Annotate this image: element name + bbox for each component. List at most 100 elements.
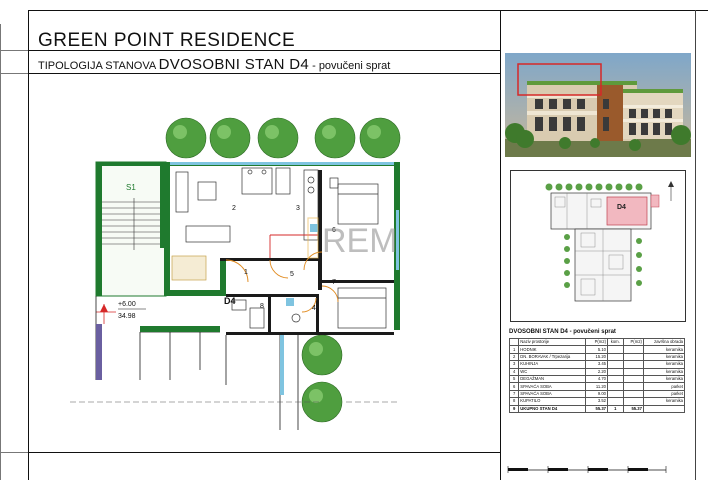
subtitle-unit: DVOSOBNI STAN D4 xyxy=(158,56,310,73)
building-render-image xyxy=(505,53,691,157)
total-kom-cell: 1 xyxy=(607,404,624,413)
room-sum-cell xyxy=(622,382,644,391)
frame-left-tick-3 xyxy=(0,452,28,453)
room-kom-cell xyxy=(607,367,624,376)
floor-plan: S1 1 2 3 4 5 6 7 8 D4 REM +6.00 34.98 xyxy=(60,110,500,440)
room-sum-cell xyxy=(622,345,644,354)
storage-box xyxy=(171,255,207,281)
room-no-cell: 8 xyxy=(508,397,520,406)
room-schedule-title: DVOSOBNI STAN D4 - povučeni sprat xyxy=(509,329,616,335)
total-name-cell: UKUPNO STAN D4 xyxy=(518,404,587,413)
frame-header-divider xyxy=(28,73,500,74)
red-markers xyxy=(269,234,318,258)
room-number-4: 4 xyxy=(312,305,316,312)
building-render-svg xyxy=(505,53,691,157)
header-cell: kom. xyxy=(607,337,624,347)
total-sum-cell: 55.37 xyxy=(622,404,644,413)
room-number-2: 2 xyxy=(232,205,236,212)
room-finish-cell: parket xyxy=(642,389,686,399)
frame-left-tick xyxy=(0,50,28,51)
scale-bar-svg xyxy=(507,466,667,473)
furniture-bedroom-7 xyxy=(337,287,387,329)
unit-subtitle: TIPOLOGIJA STANOVA DVOSOBNI STAN D4 - po… xyxy=(38,56,390,73)
plan-trees-bottom xyxy=(301,334,343,423)
table-row: 6 SPAVAĆA SOBA 11.20 parket xyxy=(508,382,686,391)
room-area-cell: 9.00 xyxy=(585,389,608,399)
room-sum-cell xyxy=(622,352,644,362)
frame-bottom-divider xyxy=(28,452,500,453)
table-row: 3 KUHINJA 3.45 keramika xyxy=(508,360,686,369)
room-finish-cell: parket xyxy=(642,382,686,391)
total-area-cell: 55.37 xyxy=(585,404,608,413)
header-cell: Naziv prostorije xyxy=(518,337,587,347)
room-name-cell: KUHINJA xyxy=(518,360,587,369)
room-number-7: 7 xyxy=(332,279,336,286)
room-name-cell: DN. BORAVAK / Trpezarija xyxy=(518,352,587,362)
keyplan-unit-label: D4 xyxy=(617,204,626,211)
room-finish-cell: keramika xyxy=(642,367,686,376)
scale-bar xyxy=(506,462,676,473)
room-sum-cell xyxy=(622,360,644,369)
room-area-cell: 4.70 xyxy=(585,374,608,384)
frame-left-inner xyxy=(28,10,29,480)
watermark-text: REM xyxy=(322,222,398,260)
room-schedule-table: Naziv prostorije P(m2) kom. P(m2) završn… xyxy=(508,337,686,413)
room-name-cell: DEGAŽMAN xyxy=(518,374,587,384)
key-plan-svg: D4 xyxy=(545,181,674,302)
room-number-3: 3 xyxy=(296,205,300,212)
room-name-cell: SPAVAĆA SOBA xyxy=(518,389,587,399)
terrace-glass xyxy=(280,335,284,395)
shaft-marker xyxy=(286,298,294,306)
room-finish-cell: keramika xyxy=(642,345,686,354)
room-area-cell: 5.10 xyxy=(585,345,608,354)
room-kom-cell xyxy=(607,360,624,369)
total-finish-cell xyxy=(642,404,686,413)
header-cell: P(m2) xyxy=(622,337,644,347)
project-title: GREEN POINT RESIDENCE xyxy=(38,30,296,51)
header-cell: P(m2) xyxy=(585,337,608,347)
room-area-cell: 11.20 xyxy=(585,382,608,391)
frame-right-col xyxy=(500,10,501,480)
room-area-cell: 3.52 xyxy=(585,397,608,406)
frame-left-tick-2 xyxy=(0,73,28,74)
keyplan-trees-top xyxy=(545,183,643,191)
room-no-cell: 6 xyxy=(508,382,520,391)
subtitle-prefix: TIPOLOGIJA STANOVA xyxy=(38,60,156,72)
keyplan-highlight-unit xyxy=(606,196,648,226)
level-top-value: +6.00 xyxy=(118,301,136,308)
frame-left-outer xyxy=(0,24,1,480)
floor-plan-svg: S1 1 2 3 4 5 6 7 8 D4 REM +6.00 34.98 xyxy=(70,117,401,430)
room-kom-cell xyxy=(607,374,624,384)
room-area-cell: 3.45 xyxy=(585,360,608,369)
room-name-cell: KUPATILO xyxy=(518,397,587,406)
rem-watermark: REM xyxy=(307,217,398,260)
table-row: 5 DEGAŽMAN 4.70 keramika xyxy=(508,374,686,384)
room-name-cell: HODNIK xyxy=(518,345,587,354)
room-sum-cell xyxy=(622,389,644,399)
room-number-5: 5 xyxy=(290,271,294,278)
table-row: 7 SPAVAĆA SOBA 9.00 parket xyxy=(508,389,686,399)
room-sum-cell xyxy=(622,397,644,406)
table-row: 2 DN. BORAVAK / Trpezarija 15.20 keramika xyxy=(508,352,686,362)
stair-label: S1 xyxy=(126,183,136,192)
room-kom-cell xyxy=(607,345,624,354)
room-area-cell: 2.20 xyxy=(585,367,608,376)
room-kom-cell xyxy=(607,397,624,406)
plan-trees-top xyxy=(165,117,401,159)
shaft-marker xyxy=(310,224,318,232)
room-number-1: 1 xyxy=(244,269,248,276)
stair-core: S1 xyxy=(95,161,167,297)
frame-far-right xyxy=(695,10,696,480)
header-cell xyxy=(508,337,520,347)
total-no-cell: 9 xyxy=(508,404,520,413)
frame-top xyxy=(28,10,708,11)
glass-facade-top xyxy=(170,162,394,165)
table-total-row: 9 UKUPNO STAN D4 55.37 1 55.37 xyxy=(508,404,686,413)
room-sum-cell xyxy=(622,367,644,376)
room-schedule: DVOSOBNI STAN D4 - povučeni sprat Naziv … xyxy=(508,329,686,413)
room-name-cell: WC xyxy=(518,367,587,376)
room-finish-cell: keramika xyxy=(642,374,686,384)
room-name-cell: SPAVAĆA SOBA xyxy=(518,382,587,391)
furniture-bedroom-6 xyxy=(329,177,379,225)
level-marker: +6.00 34.98 xyxy=(96,301,146,324)
